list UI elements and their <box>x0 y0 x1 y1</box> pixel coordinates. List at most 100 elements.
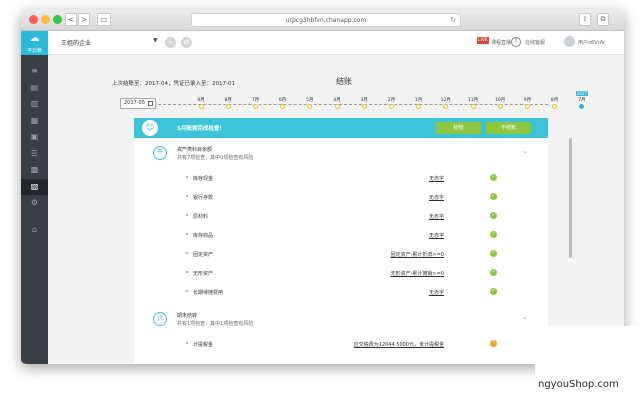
timeline-month[interactable]: 9月 <box>193 98 209 109</box>
timeline-month[interactable]: 11月 <box>465 98 481 109</box>
timeline-dot[interactable] <box>470 104 476 109</box>
timeline-month[interactable]: 6月 <box>275 98 291 109</box>
row-value-link[interactable]: 无赤字 <box>429 194 444 201</box>
timeline-month-label: 6月 <box>278 98 287 103</box>
timeline-month-label: 11月 <box>467 98 479 103</box>
row-value-link[interactable]: 无赤字 <box>429 213 444 220</box>
scrollbar[interactable] <box>569 138 572 258</box>
chevron-down-icon[interactable]: ▼ <box>153 37 158 44</box>
row-value-link[interactable]: 无形资产-累计摊销>=0 <box>391 270 444 277</box>
row-value-link[interactable]: 固定资产-累计折旧>=0 <box>391 251 444 258</box>
timeline-dot[interactable] <box>252 104 258 109</box>
invoice-icon[interactable]: ▣ <box>21 129 48 146</box>
maximize-window-button[interactable] <box>53 15 62 24</box>
voucher-icon[interactable]: ≡ <box>21 63 48 80</box>
timeline-month[interactable]: 4月 <box>329 98 345 109</box>
month-select[interactable]: 2017-05 <box>120 98 156 109</box>
row-value-link[interactable]: 无赤字 <box>429 289 444 296</box>
row-value-link[interactable]: 无赤字 <box>429 175 444 182</box>
close-window-button[interactable] <box>29 15 38 24</box>
row-label: 原材料 <box>193 214 209 220</box>
timeline-line <box>158 104 548 105</box>
chevron-down-icon[interactable]: ⌄ <box>522 313 528 321</box>
row-value-link[interactable]: 无赤字 <box>429 232 444 239</box>
timeline-dot[interactable] <box>497 104 503 109</box>
timeline-dot[interactable] <box>198 104 204 109</box>
timeline-month[interactable]: 12月 <box>438 98 454 109</box>
timeline-dot[interactable] <box>225 104 231 109</box>
timeline-month[interactable]: 9月 <box>519 98 535 109</box>
skip-close-button[interactable]: 不结账 <box>486 122 531 134</box>
forward-button[interactable]: > <box>78 13 90 26</box>
row-bullet <box>186 195 188 197</box>
report-icon[interactable]: ▥ <box>21 96 48 113</box>
app-topbar: 王姐的企业 ▼ + ⇄ LIVE 课程直播 ? 在线客服 用户o6VrAr <box>48 31 624 55</box>
check-banner: ☺ 5月账套完成检查！ 结账 不结账 <box>134 118 548 138</box>
close-books-button[interactable]: 结账 <box>436 122 481 134</box>
help-icon[interactable]: ? <box>511 37 521 47</box>
settings-icon[interactable]: ⚙ <box>21 195 48 212</box>
timeline-dot[interactable] <box>524 104 530 109</box>
check-icon: ✓ <box>490 212 497 219</box>
online-service-link[interactable]: 在线客服 <box>525 39 545 46</box>
timeline-month[interactable]: 5月 <box>302 98 318 109</box>
calendar-icon[interactable] <box>148 101 153 106</box>
timeline-month[interactable]: 1月 <box>411 98 427 109</box>
main-content: 上次结账至：2017-04，凭证已录入至：2017-01 结账 2017-05 … <box>48 55 624 364</box>
timeline-dot[interactable] <box>416 104 422 109</box>
add-company-icon[interactable]: + <box>165 37 176 48</box>
timeline-month[interactable]: 8月 <box>547 98 563 109</box>
timeline-dot[interactable] <box>280 104 286 109</box>
row-value-link[interactable]: 应交税费为12044.5000元，未计提税金 <box>354 341 444 348</box>
timeline-dot[interactable] <box>307 104 313 109</box>
sidebar-toggle-icon[interactable]: ▭ <box>97 13 111 26</box>
timeline-dot[interactable] <box>443 104 449 109</box>
stock-icon[interactable]: ▩ <box>21 162 48 179</box>
course-live-link[interactable]: 课程直播 <box>491 39 511 46</box>
avatar[interactable] <box>564 36 575 47</box>
user-name[interactable]: 用户o6VrAr <box>578 39 605 46</box>
section-subtitle: 共有7项检查，其中0项检查有风险 <box>177 155 254 161</box>
ledger-icon[interactable]: ▤ <box>21 80 48 97</box>
row-bullet <box>186 271 188 273</box>
timeline-month-label: 9月 <box>197 98 205 103</box>
warning-icon: ! <box>490 340 497 347</box>
timeline-month[interactable]: 8月 <box>220 98 236 109</box>
check-icon: ✓ <box>490 174 497 181</box>
timeline-month-label: 7月 <box>578 98 586 103</box>
gift-icon[interactable]: ⌂ <box>21 222 48 239</box>
row-bullet <box>186 176 188 178</box>
check-row: 原材料 无赤字 ✓ <box>174 207 514 226</box>
timeline-month[interactable]: 7月 2017 <box>574 91 590 109</box>
timeline-dot[interactable] <box>361 104 367 109</box>
timeline-dot[interactable] <box>388 104 394 109</box>
timeline-month[interactable]: 10月 <box>492 98 508 109</box>
check-icon: ✓ <box>490 250 497 257</box>
company-name[interactable]: 王姐的企业 <box>61 38 91 47</box>
chevron-down-icon[interactable]: ⌄ <box>522 147 528 155</box>
timeline-month[interactable]: 7月 <box>247 98 263 109</box>
watermark: ngyouShop.com <box>535 326 640 405</box>
address-bar[interactable]: urpcg3hbfvn.chanapp.com ↻ <box>191 13 461 27</box>
share-icon[interactable]: ⇧ <box>579 13 591 26</box>
timeline-dot[interactable] <box>579 104 585 109</box>
timeline-dot[interactable] <box>552 104 558 109</box>
timeline-month[interactable]: 3月 <box>356 98 372 109</box>
asset-icon[interactable]: ▦ <box>21 113 48 130</box>
reload-icon[interactable]: ↻ <box>450 14 456 27</box>
switch-company-icon[interactable]: ⇄ <box>181 37 192 48</box>
timeline-month[interactable]: 2月 <box>383 98 399 109</box>
app-logo[interactable]: ☁ 平云帐 <box>21 31 48 55</box>
closing-icon[interactable]: ▧ <box>21 178 48 195</box>
payroll-icon[interactable]: ☰ <box>21 146 48 163</box>
back-button[interactable]: < <box>65 13 77 26</box>
row-label: 库存现金 <box>193 176 214 182</box>
row-label: 固定资产 <box>193 252 214 258</box>
minimize-window-button[interactable] <box>41 15 50 24</box>
timeline-month-label: 7月 <box>251 98 260 103</box>
timeline-dot[interactable] <box>334 104 340 109</box>
url-text: urpcg3hbfvn.chanapp.com <box>285 17 367 24</box>
check-row: 固定资产 固定资产-累计折旧>=0 ✓ <box>174 245 514 264</box>
tabs-icon[interactable]: ⧉ <box>597 13 609 26</box>
page-title: 结账 <box>336 77 352 86</box>
